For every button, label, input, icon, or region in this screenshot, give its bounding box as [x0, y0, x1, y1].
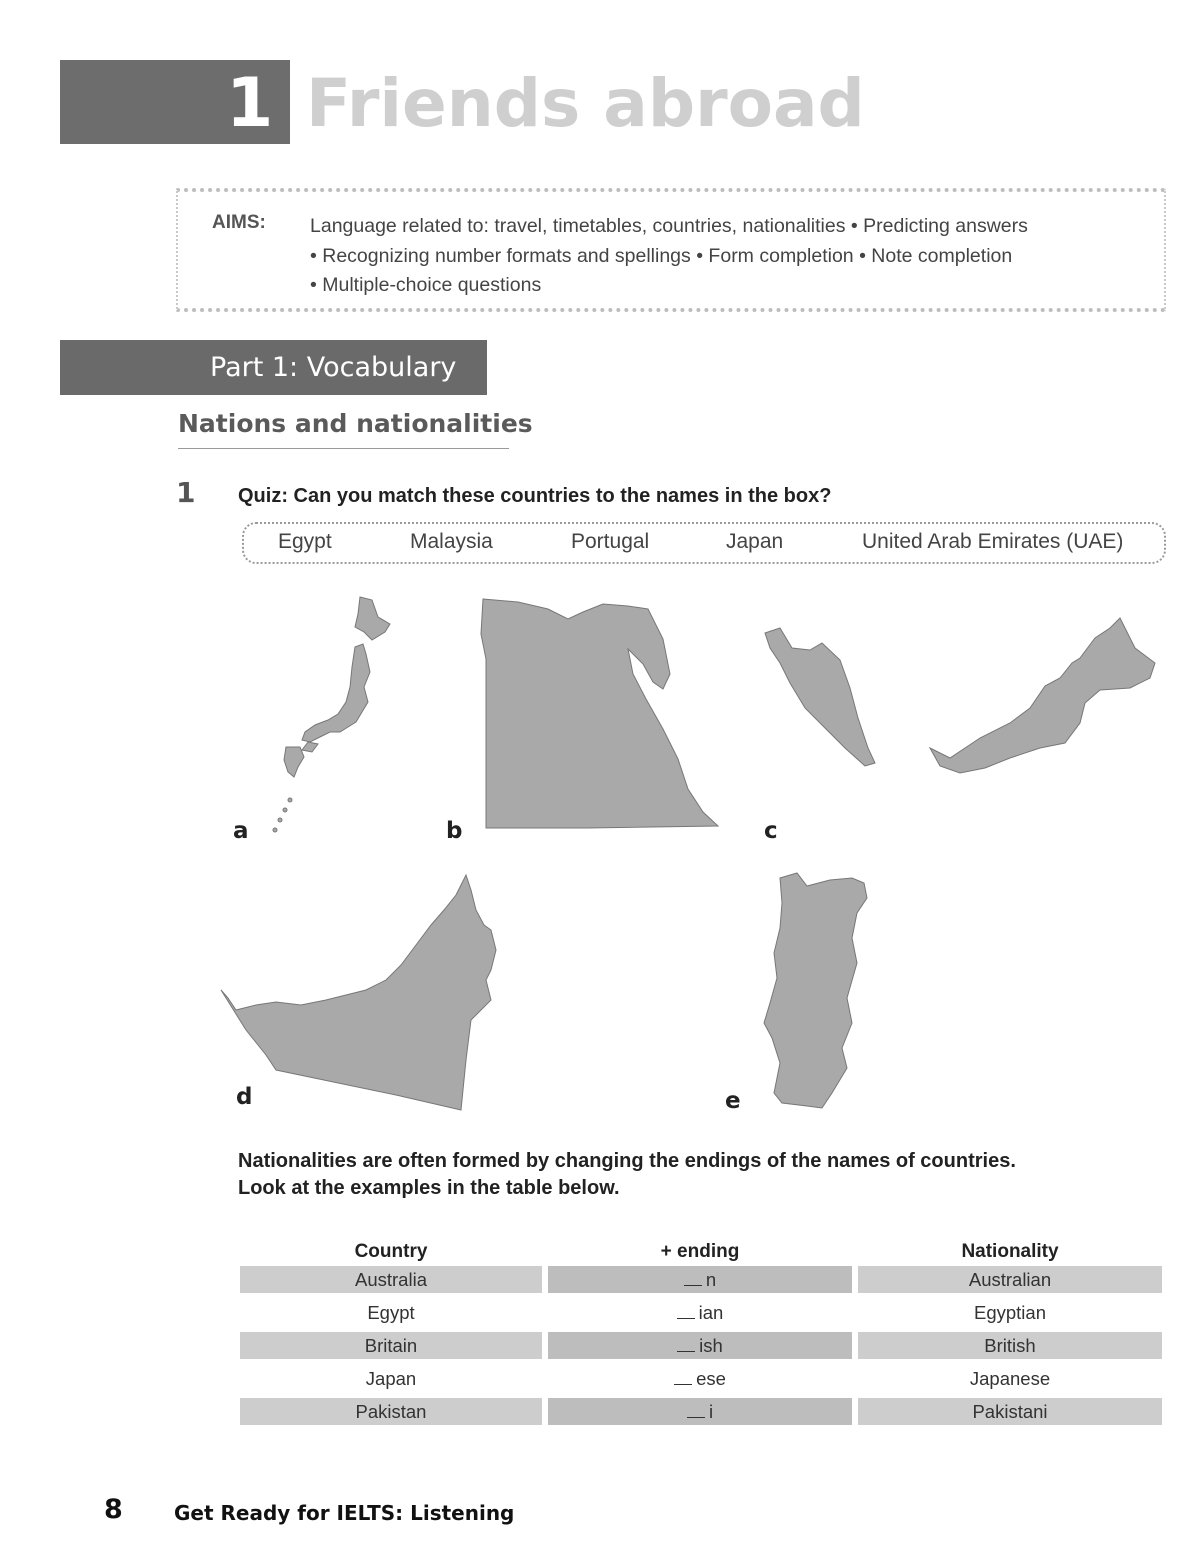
- cell-ending: ese: [548, 1365, 852, 1392]
- map-japan: [260, 592, 410, 842]
- blank-line: [683, 1275, 702, 1286]
- aims-list: Language related to: travel, timetables,…: [310, 212, 1028, 301]
- cell-country: Australia: [240, 1266, 542, 1293]
- exercise-number: 1: [176, 476, 196, 509]
- table-row: Australia n Australian: [240, 1266, 1162, 1293]
- cell-ending: i: [548, 1398, 852, 1425]
- aims-line: • Multiple-choice questions: [310, 274, 542, 296]
- exercise-instruction: Quiz: Can you match these countries to t…: [238, 485, 832, 507]
- map-label-c: c: [764, 818, 778, 844]
- blank-line: [686, 1407, 705, 1418]
- blank-line: [676, 1308, 695, 1319]
- page-number: 8: [104, 1494, 123, 1525]
- table-row: Japan ese Japanese: [240, 1365, 1162, 1392]
- word-box-item: Egypt: [278, 530, 332, 553]
- table-header: Country + ending Nationality: [240, 1238, 1162, 1266]
- ending-text: i: [708, 1401, 714, 1422]
- table-row: Pakistan i Pakistani: [240, 1398, 1162, 1425]
- map-egypt: [478, 594, 723, 834]
- header-country: Country: [354, 1241, 428, 1262]
- cell-ending: n: [548, 1266, 852, 1293]
- blank-line: [677, 1341, 696, 1352]
- table-intro: Nationalities are often formed by changi…: [238, 1148, 1016, 1202]
- header-nationality: Nationality: [961, 1241, 1059, 1262]
- map-malaysia: [750, 608, 1170, 778]
- word-box-item: Portugal: [571, 530, 650, 553]
- blank-line: [674, 1374, 693, 1385]
- aims-line: Language related to: travel, timetables,…: [310, 215, 1028, 237]
- cell-nationality: Pakistani: [858, 1398, 1162, 1425]
- map-uae: [216, 870, 521, 1120]
- book-title: Get Ready for IELTS: Listening: [174, 1501, 515, 1525]
- cell-nationality: British: [858, 1332, 1162, 1359]
- unit-title: Friends abroad: [306, 65, 865, 142]
- cell-country: Britain: [240, 1332, 542, 1359]
- ending-text: ian: [698, 1302, 724, 1323]
- map-label-d: d: [236, 1084, 253, 1110]
- cell-country: Pakistan: [240, 1398, 542, 1425]
- ending-text: ish: [699, 1335, 723, 1356]
- section-heading: Nations and nationalities: [178, 409, 533, 438]
- cell-ending: ish: [548, 1332, 852, 1359]
- table-row: Britain ish British: [240, 1332, 1162, 1359]
- word-box-item: United Arab Emirates (UAE): [862, 530, 1124, 553]
- part-title: Part 1: Vocabulary: [210, 352, 457, 383]
- aims-line: • Recognizing number formats and spellin…: [310, 244, 1013, 267]
- ending-text: n: [705, 1269, 717, 1290]
- header-ending: + ending: [660, 1241, 740, 1262]
- cell-nationality: Egyptian: [974, 1302, 1046, 1323]
- word-box-item: Malaysia: [410, 530, 493, 553]
- map-label-b: b: [446, 818, 463, 844]
- cell-nationality: Japanese: [969, 1368, 1051, 1389]
- intro-line: Nationalities are often formed by changi…: [238, 1150, 1016, 1172]
- section-divider: [178, 448, 509, 449]
- cell-country: Japan: [365, 1368, 417, 1389]
- cell-nationality: Australian: [858, 1266, 1162, 1293]
- word-box-item: Japan: [726, 530, 784, 553]
- map-label-a: a: [233, 818, 249, 844]
- ending-text: ese: [696, 1368, 726, 1389]
- intro-line: Look at the examples in the table below.: [238, 1177, 620, 1199]
- map-label-e: e: [725, 1088, 741, 1114]
- nationality-table: Country + ending Nationality Australia n…: [240, 1238, 1162, 1431]
- cell-country: Egypt: [367, 1302, 415, 1323]
- cell-ending: ian: [548, 1299, 852, 1326]
- map-portugal: [752, 868, 877, 1113]
- unit-number: 1: [226, 64, 274, 143]
- table-row: Egypt ian Egyptian: [240, 1299, 1162, 1326]
- aims-label: AIMS:: [212, 212, 266, 233]
